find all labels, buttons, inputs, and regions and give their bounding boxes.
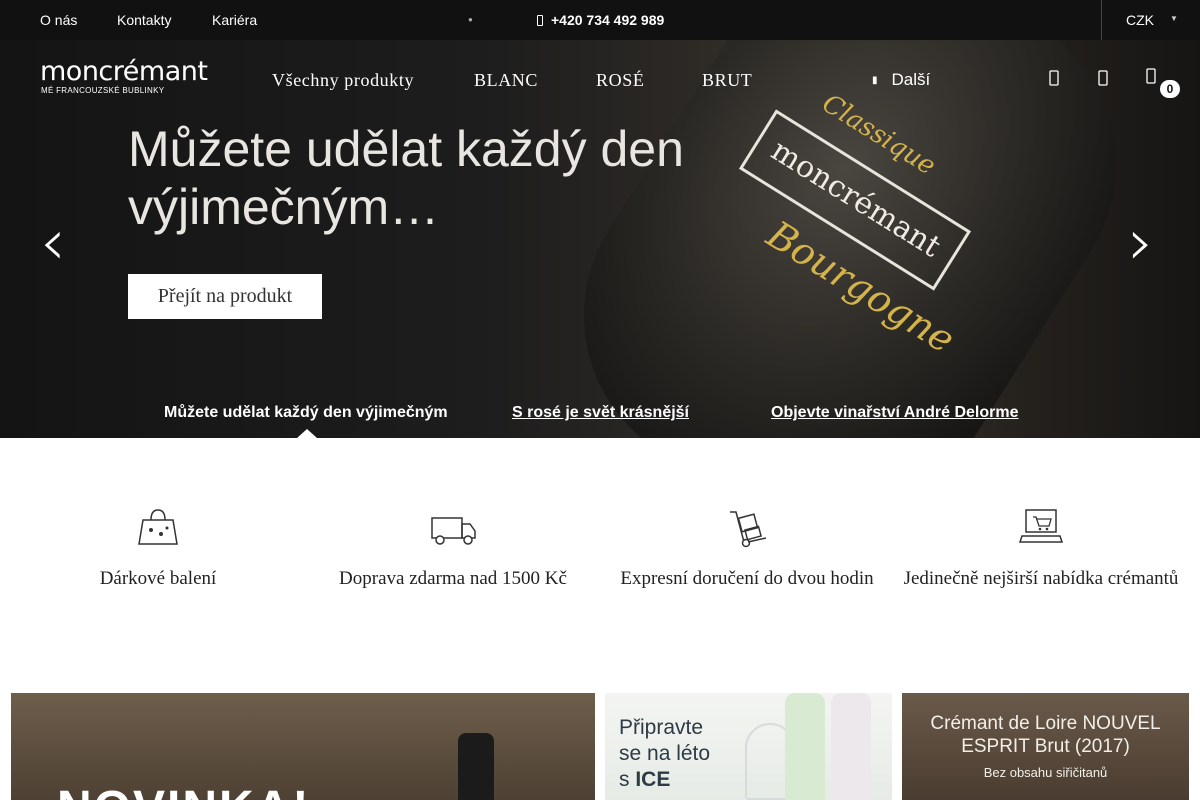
link-kontakty[interactable]: Kontakty — [117, 12, 171, 28]
hand-truck-icon — [730, 511, 767, 548]
benefit-widest-offer: Jedinečně nejširší nabídka crémantů — [896, 506, 1186, 591]
gift-bag-icon — [138, 509, 178, 545]
slider-prev-arrow-icon[interactable]: ‹ — [40, 208, 66, 278]
slider-tab-1[interactable]: Můžete udělat každý den výjimečným — [164, 404, 448, 422]
promo-ice-line1: Připravte — [619, 716, 704, 739]
delivery-truck-icon — [431, 517, 476, 545]
promo-ice-line3: s ICE — [619, 767, 739, 793]
phone-text: +420 734 492 989 — [551, 12, 665, 28]
chevron-down-icon[interactable]: ▼ — [1170, 14, 1178, 23]
top-utility-bar: O nás Kontakty Kariéra ● +420 734 492 98… — [0, 0, 1200, 40]
promo-banner-new[interactable]: NOVINKA! — [11, 693, 595, 800]
cart-count-badge: 0 — [1160, 80, 1180, 98]
benefit-express: Expresní doručení do dvou hodin — [602, 506, 892, 591]
benefit-widest-offer-label: Jedinečně nejširší nabídka crémantů — [903, 568, 1179, 589]
benefits-section: Dárkové balení Doprava zdarma nad 1500 K… — [0, 438, 1200, 693]
benefit-free-shipping-label: Doprava zdarma nad 1500 Kč — [339, 568, 567, 589]
promo-loire-line3: Bez obsahu siřičitanů — [983, 765, 1108, 780]
slider-tab-3[interactable]: Objevte vinařství André Delorme — [771, 404, 1019, 422]
main-header: moncrémant MÉ FRANCOUZSKÉ BUBLINKY Všech… — [0, 40, 1200, 120]
nav-all-products[interactable]: Všechny produkty — [272, 70, 414, 91]
promo-ice-line2: se na léto — [619, 742, 711, 765]
promo-loire-line2: ESPRIT Brut (2017) — [961, 736, 1130, 757]
promo-ice-line3-bold: ICE — [635, 768, 671, 791]
benefit-free-shipping: Doprava zdarma nad 1500 Kč — [308, 506, 598, 591]
benefit-express-label: Expresní doručení do dvou hodin — [620, 568, 874, 589]
promo-banner-ice[interactable]: Připravte se na léto s ICE — [605, 693, 892, 800]
site-logo[interactable]: moncrémant MÉ FRANCOUZSKÉ BUBLINKY — [40, 56, 208, 96]
user-icon[interactable] — [1049, 70, 1059, 91]
logo-wordmark: moncrémant — [40, 56, 208, 87]
link-kariera[interactable]: Kariéra — [212, 12, 257, 28]
cart-icon[interactable] — [1146, 68, 1156, 89]
promo-bottle-pink-image — [831, 693, 871, 800]
heart-icon[interactable] — [1098, 70, 1108, 91]
hero-headline: Můžete udělat každý den výjimečným… — [128, 121, 684, 235]
menu-icon: ▮ — [872, 75, 878, 86]
promo-bottle-green-image — [785, 693, 825, 800]
benefit-gift-label: Dárkové balení — [99, 568, 217, 589]
nav-more[interactable]: ▮ Další — [872, 70, 930, 90]
link-o-nas[interactable]: O nás — [40, 12, 77, 28]
nav-more-label: Další — [891, 70, 931, 89]
laptop-cart-icon — [1018, 509, 1064, 543]
promo-ice-line3-prefix: s — [619, 768, 636, 791]
go-to-product-button[interactable]: Přejít na produkt — [128, 274, 322, 319]
phone-number[interactable]: +420 734 492 989 — [537, 12, 664, 28]
phone-icon — [537, 15, 543, 26]
separator-dot-icon: ● — [468, 15, 473, 24]
nav-rose[interactable]: ROSÉ — [596, 70, 644, 91]
active-tab-pointer — [297, 429, 317, 438]
benefit-gift: Dárkové balení — [13, 506, 303, 591]
nav-blanc[interactable]: BLANC — [474, 70, 538, 91]
currency-selector[interactable]: CZK — [1126, 12, 1154, 28]
promo-banner-loire[interactable]: Crémant de Loire NOUVEL ESPRIT Brut (201… — [902, 693, 1189, 800]
promo-bottle-image — [458, 733, 494, 800]
slider-tabs: Můžete udělat každý den výjimečným S ros… — [0, 400, 1200, 438]
promo-new-title: NOVINKA! — [57, 781, 310, 800]
logo-tagline: MÉ FRANCOUZSKÉ BUBLINKY — [41, 86, 165, 95]
nav-brut[interactable]: BRUT — [702, 70, 752, 91]
topbar-divider — [1101, 0, 1102, 40]
promo-loire-line1: Crémant de Loire NOUVEL — [930, 713, 1161, 734]
slider-tab-2[interactable]: S rosé je svět krásnější — [512, 404, 689, 422]
promo-ice-text: Připravte se na léto s ICE — [619, 715, 739, 793]
slider-next-arrow-icon[interactable]: › — [1128, 208, 1154, 278]
